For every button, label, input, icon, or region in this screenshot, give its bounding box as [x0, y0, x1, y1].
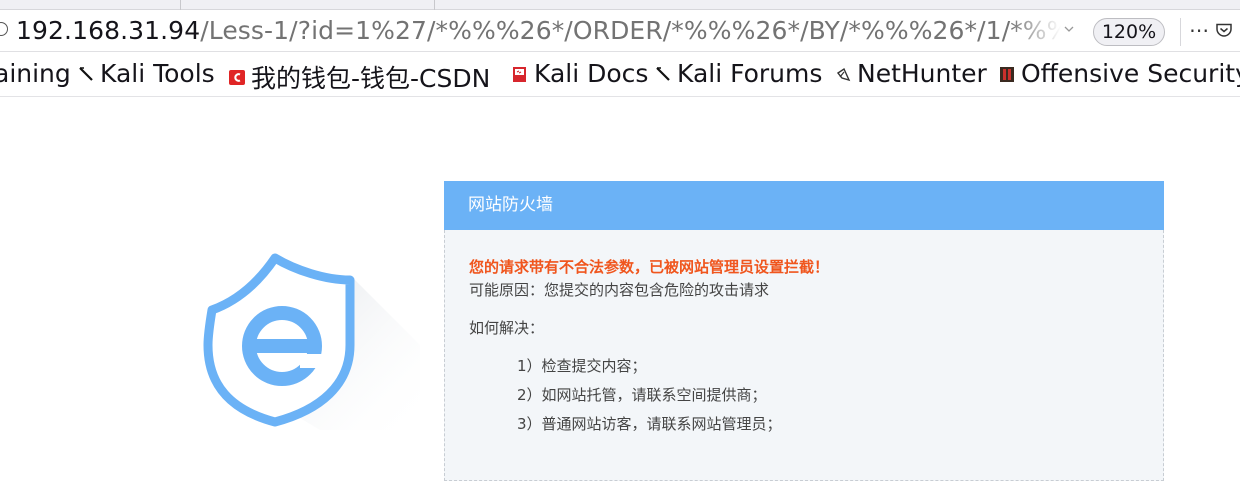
nethunter-icon	[836, 67, 851, 81]
block-reason-text: 可能原因：您提交的内容包含危险的攻击请求	[469, 281, 770, 299]
bookmark-nethunter[interactable]: NetHunter	[835, 59, 987, 88]
blocked-alert-text: 您的请求带有不合法参数，已被网站管理员设置拦截！	[469, 258, 830, 276]
url-bar[interactable]: 192.168.31.94/Less-1/?id=1%27/*%%%26*/OR…	[0, 10, 1240, 52]
bookmark-label: Offensive Security	[1021, 59, 1240, 88]
bookmark-label: NetHunter	[857, 59, 987, 88]
tab-edge	[180, 0, 181, 10]
bookmark-offensive-security[interactable]: Offensive Security	[999, 59, 1240, 88]
resolution-step: 3）普通网站访客，请联系网站管理员；	[517, 415, 782, 433]
pocket-icon[interactable]	[1216, 23, 1232, 37]
tab-strip	[0, 0, 1240, 10]
bookmark-label: Kali Forums	[677, 59, 823, 88]
resolution-step: 2）如网站托管，请联系空间提供商；	[517, 386, 767, 404]
kali-docs-icon	[513, 66, 526, 82]
bookmark-kali-docs[interactable]: Kali Docs	[512, 59, 648, 88]
url-input[interactable]: 192.168.31.94/Less-1/?id=1%27/*%%%26*/OR…	[16, 16, 1061, 45]
kali-dragon-icon	[79, 66, 93, 81]
site-info-icon[interactable]	[0, 22, 8, 36]
firewall-block-panel: 网站防火墙 您的请求带有不合法参数，已被网站管理员设置拦截！ 可能原因：您提交的…	[444, 181, 1164, 481]
bookmark-csdn-wallet[interactable]: 我的钱包-钱包-CSDN	[229, 59, 490, 95]
bookmark-label: aining	[0, 59, 71, 88]
kali-dragon-icon	[656, 66, 670, 81]
tab-edge	[434, 0, 435, 10]
csdn-icon	[229, 70, 245, 85]
bookmark-kali-forums[interactable]: Kali Forums	[655, 59, 822, 88]
toolbar-separator	[1180, 18, 1181, 46]
zoom-reset-button[interactable]: 120%	[1093, 18, 1165, 46]
bookmark-label: Kali Docs	[534, 59, 649, 88]
url-host: 192.168.31.94	[16, 16, 201, 45]
offsec-icon	[1000, 66, 1014, 82]
bookmark-label: 我的钱包-钱包-CSDN	[251, 64, 491, 93]
panel-title: 网站防火墙	[444, 181, 1164, 230]
resolution-heading: 如何解决：	[469, 319, 545, 337]
panel-body: 您的请求带有不合法参数，已被网站管理员设置拦截！ 可能原因：您提交的内容包含危险…	[444, 230, 1164, 481]
resolution-steps-list: 1）检查提交内容； 2）如网站托管，请联系空间提供商； 3）普通网站访客，请联系…	[469, 352, 1139, 439]
url-path: /Less-1/?id=1%27/*%%%26*/ORDER/*%%%26*/B…	[200, 16, 1061, 45]
bookmarks-toolbar: aining Kali Tools 我的钱包-钱包-CSDN Kali Docs…	[0, 53, 1240, 97]
chevron-down-icon[interactable]	[1064, 24, 1074, 34]
resolution-step: 1）检查提交内容；	[517, 357, 647, 375]
bookmark-training[interactable]: aining	[0, 59, 71, 88]
url-fade	[1010, 12, 1070, 48]
firewall-shield-logo	[203, 253, 420, 430]
bookmark-kali-tools[interactable]: Kali Tools	[78, 59, 215, 88]
bookmark-label: Kali Tools	[100, 59, 215, 88]
page-actions-menu-icon[interactable]: ⋯	[1189, 18, 1209, 42]
